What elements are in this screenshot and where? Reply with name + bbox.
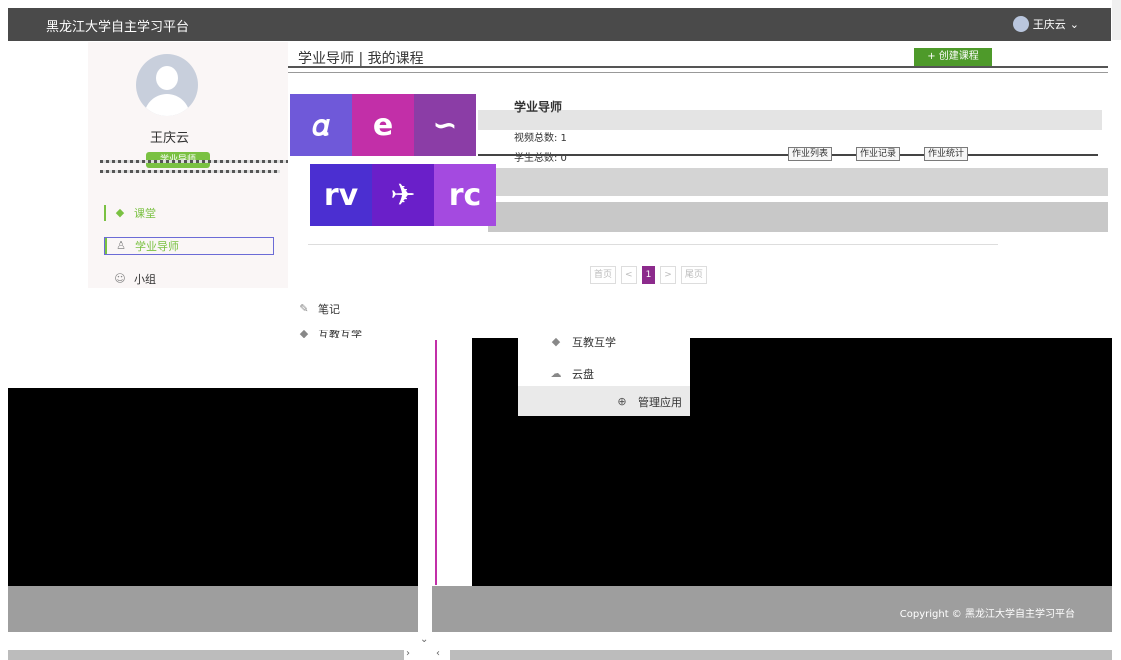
divider xyxy=(288,66,1108,68)
user-name: 王庆云 xyxy=(1032,18,1066,31)
course-cover-tile[interactable]: ∽ xyxy=(414,94,476,156)
glitch-band xyxy=(488,202,1108,232)
class-icon: ◆ xyxy=(115,206,125,219)
course-cover-tile[interactable]: rv xyxy=(310,164,372,226)
homework-stats-button[interactable]: 作业统计 xyxy=(924,147,969,161)
sidebar-item-tutor[interactable]: ♙ 学业导师 xyxy=(104,237,274,255)
chevron-right-icon[interactable]: › xyxy=(406,648,418,660)
app-dropdown: ◆ 互教互学 ☁ 云盘 ⊕ 管理应用 xyxy=(518,336,690,416)
peer-icon: ◆ xyxy=(299,330,309,338)
course-cover-tile[interactable]: e xyxy=(352,94,414,156)
course-name[interactable]: 学业导师 xyxy=(514,98,562,115)
sidebar-item-peer[interactable]: ◆ 互教互学 xyxy=(298,330,362,338)
pagination: 首页 < 1 > 尾页 xyxy=(590,266,707,284)
chevron-left-icon[interactable]: ‹ xyxy=(436,648,448,660)
avatar xyxy=(136,54,198,116)
last-page-button[interactable]: 尾页 xyxy=(680,266,707,284)
manage-apps-button[interactable]: ⊕ 管理应用 xyxy=(616,394,682,410)
course-cover-tile[interactable]: rc xyxy=(434,164,496,226)
homework-record-button[interactable]: 作业记录 xyxy=(856,147,901,161)
prev-page-button[interactable]: < xyxy=(621,266,637,284)
copyright-text: Copyright © 黑龙江大学自主学习平台 xyxy=(899,609,1075,620)
platform-brand[interactable]: 黑龙江大学自主学习平台 xyxy=(46,16,189,35)
course-cover-tile[interactable]: ✈ xyxy=(372,164,434,226)
group-icon: ☺ xyxy=(114,272,126,285)
chevron-down-icon: ⌄ xyxy=(1069,17,1079,31)
course-cover-tile[interactable]: 𝛼 xyxy=(290,94,352,156)
dropdown-item-cloud[interactable]: ☁ 云盘 xyxy=(550,366,595,382)
current-page[interactable]: 1 xyxy=(641,266,656,284)
main-content: 学业导师 | 我的课程 + 创建课程 学业导师 视频总数: 1 学生总数: 0 … xyxy=(288,42,1110,292)
profile-name: 王庆云 xyxy=(150,131,190,146)
blank-region xyxy=(8,388,418,586)
homework-list-button[interactable]: 作业列表 xyxy=(788,147,833,161)
glitch-strip xyxy=(100,160,300,163)
sidebar-item-note[interactable]: ✎ 笔记 xyxy=(298,300,340,318)
chevron-down-icon[interactable]: ⌄ xyxy=(420,634,432,646)
cloud-icon: ☁ xyxy=(550,367,562,380)
divider xyxy=(288,72,1108,73)
video-count: 视频总数: 1 xyxy=(514,133,567,144)
glitch-strip xyxy=(100,170,280,173)
user-menu[interactable]: 王庆云 ⌄ xyxy=(1012,16,1079,32)
first-page-button[interactable]: 首页 xyxy=(590,266,617,284)
top-navbar: 黑龙江大学自主学习平台 王庆云 ⌄ xyxy=(8,8,1111,41)
dropdown-item-peer[interactable]: ◆ 互教互学 xyxy=(550,336,616,348)
note-icon: ✎ xyxy=(299,302,309,315)
horizontal-scrollbar[interactable] xyxy=(8,650,404,660)
student-count: 学生总数: 0 xyxy=(514,153,567,164)
tutor-icon: ♙ xyxy=(116,239,126,252)
vertical-scrollbar[interactable] xyxy=(1112,0,1121,40)
sidebar-item-group[interactable]: ☺ 小组 xyxy=(104,270,156,288)
plus-circle-icon: ⊕ xyxy=(617,395,627,408)
divider xyxy=(435,340,437,585)
glitch-band xyxy=(488,168,1108,196)
footer-left xyxy=(8,586,418,632)
course-stat-band xyxy=(478,110,1102,130)
user-avatar-icon xyxy=(1012,16,1029,32)
next-page-button[interactable]: > xyxy=(660,266,676,284)
peer-icon: ◆ xyxy=(551,336,561,348)
sidebar-item-class[interactable]: ◆ 课堂 xyxy=(104,204,156,222)
page-title: 学业导师 | 我的课程 xyxy=(298,51,424,67)
divider xyxy=(308,244,998,245)
create-course-button[interactable]: + 创建课程 xyxy=(914,48,992,66)
horizontal-scrollbar[interactable] xyxy=(450,650,1112,660)
